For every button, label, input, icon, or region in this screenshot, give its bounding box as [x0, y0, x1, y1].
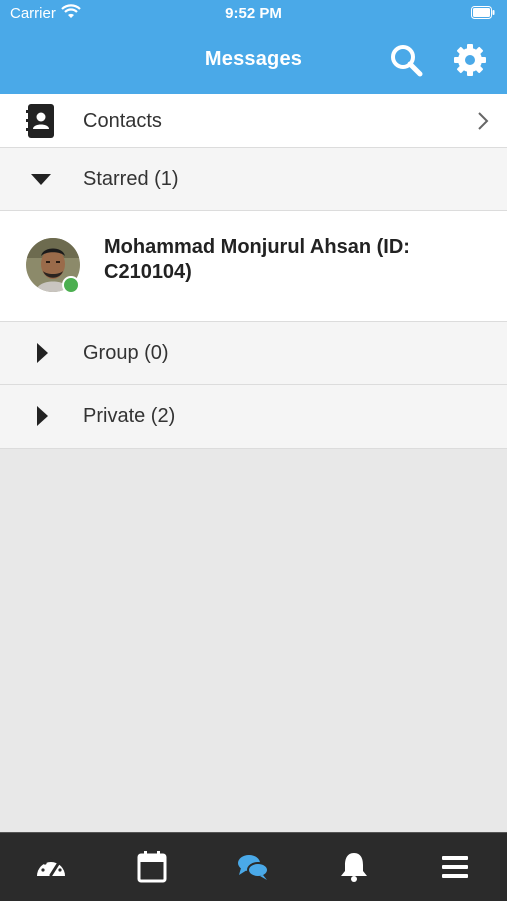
tab-menu[interactable] [404, 833, 505, 901]
app-header: Carrier 9:52 PM Messages [0, 0, 507, 94]
starred-label: Starred (1) [83, 168, 179, 190]
starred-section-header[interactable]: Starred (1) [0, 148, 507, 211]
tab-dashboard[interactable] [0, 833, 101, 901]
calendar-icon [137, 851, 167, 883]
menu-icon [442, 856, 468, 878]
group-label: Group (0) [83, 342, 169, 364]
contacts-label: Contacts [83, 110, 162, 132]
tab-calendar[interactable] [101, 833, 202, 901]
tab-messages[interactable] [202, 833, 303, 901]
bell-icon [341, 853, 367, 882]
tab-bar [0, 832, 507, 901]
chat-icon [238, 855, 269, 880]
chevron-right-icon [478, 112, 489, 130]
list-item[interactable]: Mohammad Monjurul Ahsan (ID: C210104) [0, 211, 507, 322]
caret-right-icon [37, 406, 48, 426]
tab-notifications[interactable] [303, 833, 404, 901]
caret-down-icon [31, 174, 51, 185]
private-label: Private (2) [83, 405, 176, 427]
online-status-indicator [62, 276, 80, 294]
battery-icon [471, 6, 495, 19]
search-icon[interactable] [388, 42, 424, 78]
group-section-header[interactable]: Group (0) [0, 322, 507, 385]
dashboard-icon [37, 858, 65, 877]
contacts-row[interactable]: Contacts [0, 94, 507, 148]
address-book-icon [26, 104, 54, 138]
gear-icon[interactable] [452, 42, 488, 78]
status-time: 9:52 PM [225, 5, 282, 22]
page-title: Messages [204, 48, 303, 70]
caret-right-icon [37, 343, 48, 363]
contact-name: Mohammad Monjurul Ahsan (ID: C210104) [104, 236, 410, 283]
status-bar: Carrier 9:52 PM [0, 0, 507, 30]
private-section-header[interactable]: Private (2) [0, 385, 507, 449]
